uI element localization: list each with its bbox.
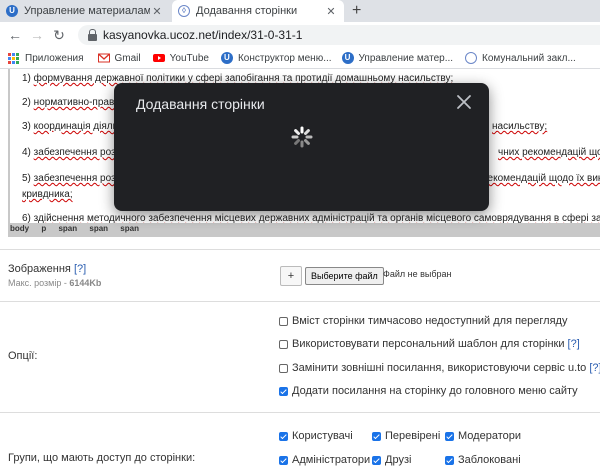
bookmark-apps[interactable]: Приложения bbox=[8, 52, 84, 64]
bookmark-manage-materials[interactable]: U Управление матер... bbox=[341, 52, 454, 64]
address-bar-row: ← → ↻ kasyanovka.ucoz.net/index/31-0-31-… bbox=[0, 22, 600, 48]
help-link[interactable]: [?] bbox=[568, 338, 580, 350]
checkbox-checked[interactable] bbox=[372, 455, 381, 465]
tab-title: Додавання сторінки bbox=[196, 5, 298, 17]
shield-icon bbox=[465, 52, 478, 64]
checkbox[interactable] bbox=[279, 316, 288, 326]
max-size-label: Макс. розмір - 6144Kb bbox=[8, 278, 102, 288]
ucoz-icon: U bbox=[220, 52, 233, 64]
choose-file-button[interactable]: Выберите файл bbox=[305, 267, 384, 285]
gmail-icon bbox=[97, 53, 110, 63]
option-personal-template[interactable]: Використовувати персональний шаблон для … bbox=[279, 338, 580, 350]
new-tab-button[interactable]: + bbox=[352, 0, 361, 22]
checkbox-checked[interactable] bbox=[445, 455, 454, 465]
checkbox-checked[interactable] bbox=[445, 431, 454, 441]
divider bbox=[0, 412, 600, 413]
ucoz-icon: U bbox=[341, 52, 354, 64]
dialog-title: Додавання сторінки bbox=[136, 96, 265, 112]
bookmark-label: Конструктор меню... bbox=[237, 52, 332, 64]
bookmark-menu-constructor[interactable]: U Конструктор меню... bbox=[220, 52, 332, 64]
bookmark-label: Приложения bbox=[25, 52, 84, 64]
editor-line-7: 6) здійснення методичного забезпечення м… bbox=[22, 213, 600, 223]
help-link[interactable]: [?] bbox=[589, 362, 600, 374]
close-tab-icon[interactable]: ✕ bbox=[324, 5, 338, 18]
divider bbox=[0, 301, 600, 302]
element-path: body p span span span bbox=[10, 224, 149, 238]
add-image-button[interactable]: + bbox=[280, 266, 302, 286]
editor-line-3: 3) координація діяль насильству; bbox=[22, 121, 548, 132]
bookmarks-bar: Приложения Gmail YouTube U Конструктор м… bbox=[0, 48, 600, 69]
path-item[interactable]: span bbox=[120, 224, 139, 233]
close-icon[interactable] bbox=[455, 93, 473, 111]
file-status: Файл не выбран bbox=[383, 269, 452, 279]
bookmark-gmail[interactable]: Gmail bbox=[97, 52, 141, 64]
divider bbox=[0, 249, 600, 250]
checkbox[interactable] bbox=[279, 339, 288, 349]
option-add-to-menu[interactable]: Додати посилання на сторінку до головног… bbox=[279, 385, 578, 397]
option-replace-links[interactable]: Замінити зовнішні посилання, використову… bbox=[279, 362, 600, 374]
back-icon[interactable]: ← bbox=[4, 27, 26, 43]
path-item[interactable]: body bbox=[10, 224, 29, 233]
editor-line-4: 4) забезпечення розро чних рекомендацій щ… bbox=[22, 147, 600, 158]
editor-line-6: кривдника; bbox=[22, 189, 73, 200]
checkbox-checked[interactable] bbox=[279, 455, 288, 465]
path-item[interactable]: span bbox=[58, 224, 77, 233]
youtube-icon bbox=[152, 54, 165, 62]
bookmark-communal[interactable]: Комунальний закл... bbox=[465, 52, 576, 64]
reload-icon[interactable]: ↻ bbox=[48, 27, 70, 44]
image-label: Зображення [?] bbox=[8, 263, 87, 275]
tab-manage-materials[interactable]: U Управление материалами - Ре... ✕ bbox=[0, 0, 170, 22]
bookmark-label: Gmail bbox=[114, 52, 141, 64]
group-users[interactable]: Користувачі bbox=[279, 430, 353, 442]
shield-favicon-icon: ◊ bbox=[178, 5, 190, 17]
forward-icon[interactable]: → bbox=[26, 27, 48, 43]
apps-icon bbox=[8, 52, 19, 64]
group-blocked[interactable]: Заблоковані bbox=[445, 454, 521, 466]
path-item[interactable]: span bbox=[89, 224, 108, 233]
editor-line-5: 5) забезпечення розро рекомендацій щодо ї… bbox=[22, 173, 600, 184]
url-text: kasyanovka.ucoz.net/index/31-0-31-1 bbox=[103, 28, 303, 42]
url-field[interactable]: kasyanovka.ucoz.net/index/31-0-31-1 bbox=[78, 25, 600, 45]
add-page-dialog: Додавання сторінки bbox=[114, 83, 489, 211]
group-moderators[interactable]: Модератори bbox=[445, 430, 521, 442]
option-unavailable[interactable]: Вміст сторінки тимчасово недоступний для… bbox=[279, 315, 567, 327]
lock-icon bbox=[88, 28, 97, 41]
tab-title: Управление материалами - Ре... bbox=[24, 5, 150, 17]
loading-spinner-icon bbox=[291, 126, 313, 148]
bookmark-youtube[interactable]: YouTube bbox=[152, 52, 209, 64]
ucoz-favicon-icon: U bbox=[6, 5, 18, 17]
tab-strip: U Управление материалами - Ре... ✕ ◊ Дод… bbox=[0, 0, 600, 22]
checkbox-checked[interactable] bbox=[279, 431, 288, 441]
path-item[interactable]: p bbox=[41, 224, 46, 233]
checkbox-checked[interactable] bbox=[372, 431, 381, 441]
group-verified[interactable]: Перевірені bbox=[372, 430, 440, 442]
options-label: Опції: bbox=[8, 350, 38, 362]
tab-add-page[interactable]: ◊ Додавання сторінки ✕ bbox=[172, 0, 344, 22]
checkbox[interactable] bbox=[279, 363, 288, 373]
bookmark-label: Управление матер... bbox=[358, 52, 454, 64]
group-admins[interactable]: Адміністратори bbox=[279, 454, 370, 466]
image-help-link[interactable]: [?] bbox=[74, 263, 86, 275]
bookmark-label: Комунальний закл... bbox=[482, 52, 576, 64]
checkbox-checked[interactable] bbox=[279, 386, 288, 396]
close-tab-icon[interactable]: ✕ bbox=[150, 5, 164, 18]
groups-label: Групи, що мають доступ до сторінки: bbox=[8, 452, 196, 464]
group-friends[interactable]: Друзі bbox=[372, 454, 411, 466]
bookmark-label: YouTube bbox=[169, 52, 209, 64]
